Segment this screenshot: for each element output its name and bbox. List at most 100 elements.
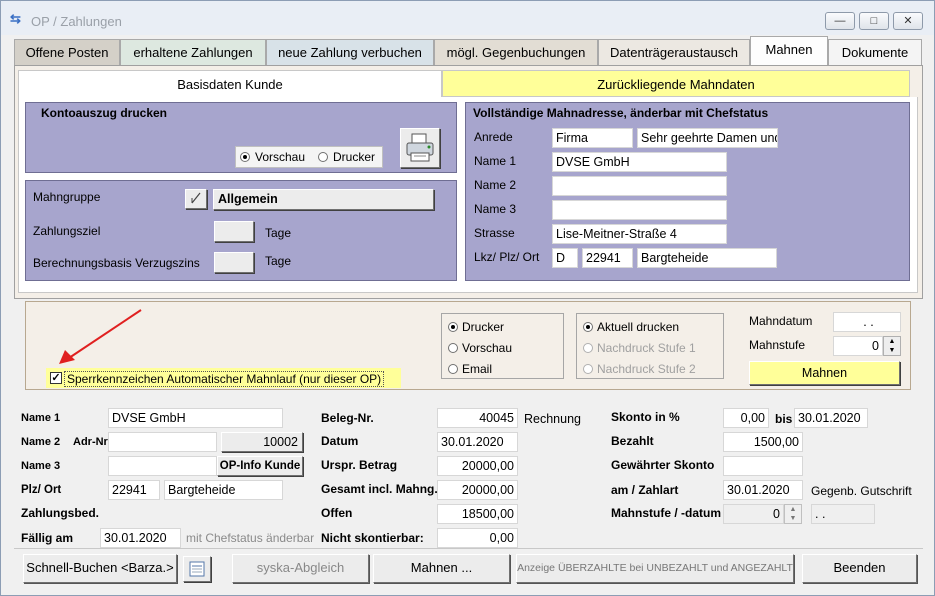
- gewaehrt-field[interactable]: [723, 456, 803, 476]
- salutation-field[interactable]: Sehr geehrte Damen und: [637, 128, 778, 148]
- plzort-label: Plz/ Ort: [21, 484, 62, 496]
- radio-output-vorschau[interactable]: [448, 343, 458, 353]
- mahnstufe-datum-label: Mahnstufe / -datum: [611, 506, 721, 520]
- subtab-basisdaten[interactable]: Basisdaten Kunde: [18, 70, 442, 97]
- mahngruppe-select-button[interactable]: [185, 189, 207, 209]
- sperr-label: Sperrkennzeichen Automatischer Mahnlauf …: [64, 371, 385, 387]
- verzugszins-field[interactable]: [214, 252, 254, 273]
- radio-nachdruck2[interactable]: [583, 364, 593, 374]
- detail-mahndatum-field[interactable]: . .: [811, 504, 875, 524]
- ort-field[interactable]: Bargteheide: [637, 248, 777, 268]
- radio-vorschau-label: Vorschau: [255, 150, 306, 164]
- radio-nachdruck2-label: Nachdruck Stufe 2: [597, 362, 696, 376]
- window-title: OP / Zahlungen: [31, 14, 122, 29]
- zahlungsziel-field[interactable]: [214, 221, 254, 242]
- name1-field[interactable]: DVSE GmbH: [552, 152, 727, 172]
- kontoauszug-title: Kontoauszug drucken: [41, 106, 168, 120]
- radio-aktuell[interactable]: [583, 322, 593, 332]
- printer-icon: [406, 133, 434, 162]
- opinfo-button[interactable]: OP-Info Kunde: [217, 456, 303, 476]
- nicht-skontierbar-label: Nicht skontierbar:: [321, 531, 424, 545]
- title-bar: [1, 1, 934, 35]
- amzahlart-field[interactable]: 30.01.2020: [723, 480, 803, 500]
- name3-label: Name 3: [474, 202, 517, 216]
- beenden-button[interactable]: Beenden: [802, 554, 917, 583]
- bis-label: bis: [775, 412, 793, 426]
- name1-label: Name 1: [474, 154, 517, 168]
- plz-field[interactable]: 22941: [582, 248, 633, 268]
- gewaehrt-label: Gewährter Skonto: [611, 458, 715, 472]
- tab-datentraeger[interactable]: Datenträgeraustausch: [598, 39, 750, 65]
- mahnen-button[interactable]: Mahnen: [749, 361, 900, 385]
- anrede-field[interactable]: Firma: [552, 128, 633, 148]
- mahnadresse-title: Vollständige Mahnadresse, änderbar mit C…: [473, 106, 769, 120]
- detail-name1-field[interactable]: DVSE GmbH: [108, 408, 283, 428]
- detail-ort-field[interactable]: Bargteheide: [164, 480, 283, 500]
- detail-plz-field[interactable]: 22941: [108, 480, 160, 500]
- offen-field[interactable]: 18500,00: [437, 504, 518, 524]
- bis-field[interactable]: 30.01.2020: [794, 408, 868, 428]
- skonto-field[interactable]: 0,00: [723, 408, 769, 428]
- detail-name2-field[interactable]: [108, 432, 217, 452]
- radio-drucker[interactable]: [318, 152, 328, 162]
- faellig-field[interactable]: 30.01.2020: [100, 528, 181, 548]
- bezahlt-field[interactable]: 1500,00: [723, 432, 803, 452]
- tab-erhaltene-zahlungen[interactable]: erhaltene Zahlungen: [120, 39, 266, 65]
- subtab-mahndaten[interactable]: Zurückliegende Mahndaten: [442, 70, 910, 97]
- lkz-field[interactable]: D: [552, 248, 578, 268]
- detail-name3-field[interactable]: [108, 456, 217, 476]
- mahnstufe-label: Mahnstufe: [749, 338, 806, 352]
- strasse-field[interactable]: Lise-Meitner-Straße 4: [552, 224, 727, 244]
- footer-mahnen-button[interactable]: Mahnen ...: [373, 554, 510, 583]
- mahnstufe-spinner[interactable]: ▲ ▼: [883, 336, 901, 356]
- tab-gegenbuchungen[interactable]: mögl. Gegenbuchungen: [434, 39, 598, 65]
- name3-field[interactable]: [552, 200, 727, 220]
- radio-nachdruck1-label: Nachdruck Stufe 1: [597, 341, 696, 355]
- datum-field[interactable]: 30.01.2020: [437, 432, 518, 452]
- tab-offene-posten[interactable]: Offene Posten: [14, 39, 120, 65]
- mahnstufe-field[interactable]: 0: [833, 336, 883, 356]
- calendar-icon: [189, 561, 205, 577]
- radio-output-drucker-label: Drucker: [462, 320, 505, 334]
- faellig-label: Fällig am: [21, 531, 74, 545]
- adrnr-button[interactable]: 10002: [221, 432, 303, 452]
- bezahlt-label: Bezahlt: [611, 434, 654, 448]
- nicht-skontierbar-field[interactable]: 0,00: [437, 528, 518, 548]
- maximize-icon[interactable]: □: [859, 12, 889, 30]
- app-icon: ⇆: [10, 11, 21, 26]
- tab-mahnen[interactable]: Mahnen: [750, 36, 828, 66]
- mahngruppe-value[interactable]: Allgemein: [213, 189, 434, 210]
- mahndatum-field[interactable]: . .: [833, 312, 901, 332]
- annotation-arrow: [59, 309, 142, 364]
- schnell-buchen-button[interactable]: Schnell-Buchen <Barza.>: [23, 554, 177, 583]
- radio-vorschau[interactable]: [240, 152, 250, 162]
- beleg-field[interactable]: 40045: [437, 408, 518, 428]
- calendar-button[interactable]: [183, 556, 211, 582]
- radio-output-email[interactable]: [448, 364, 458, 374]
- gesamt-field[interactable]: 20000,00: [437, 480, 518, 500]
- urspr-field[interactable]: 20000,00: [437, 456, 518, 476]
- radio-output-drucker[interactable]: [448, 322, 458, 332]
- tab-dokumente[interactable]: Dokumente: [828, 39, 922, 65]
- detail-mahnstufe-field[interactable]: 0: [723, 504, 784, 524]
- detail-mahnstufe-spinner[interactable]: ▲ ▼: [784, 504, 802, 524]
- close-icon[interactable]: ✕: [893, 12, 923, 30]
- detail-name2-label: Name 2: [21, 436, 61, 448]
- detail-name1-label: Name 1: [21, 412, 61, 424]
- zahlungsbed-label: Zahlungsbed.: [21, 506, 99, 520]
- ort-label: Lkz/ Plz/ Ort: [474, 250, 540, 264]
- mahngruppe-label: Mahngruppe: [33, 190, 101, 204]
- tab-neue-zahlung[interactable]: neue Zahlung verbuchen: [266, 39, 434, 65]
- anzeige-ueberzahlte-button[interactable]: Anzeige ÜBERZAHLTE bei UNBEZAHLT und ANG…: [516, 554, 794, 583]
- main-window: ⇆ OP / Zahlungen — □ ✕ Offene Posten erh…: [0, 0, 935, 596]
- print-kontoauszug-button[interactable]: [400, 128, 440, 168]
- sperr-checkbox[interactable]: ✓: [50, 372, 62, 384]
- radio-drucker-label: Drucker: [333, 150, 376, 164]
- radio-nachdruck1[interactable]: [583, 343, 593, 353]
- mahndatum-label: Mahndatum: [749, 314, 813, 328]
- minimize-icon[interactable]: —: [825, 12, 855, 30]
- name2-field[interactable]: [552, 176, 727, 196]
- radio-output-vorschau-label: Vorschau: [462, 341, 513, 355]
- skonto-label: Skonto in %: [611, 410, 680, 424]
- syska-abgleich-button[interactable]: syska-Abgleich: [232, 554, 369, 583]
